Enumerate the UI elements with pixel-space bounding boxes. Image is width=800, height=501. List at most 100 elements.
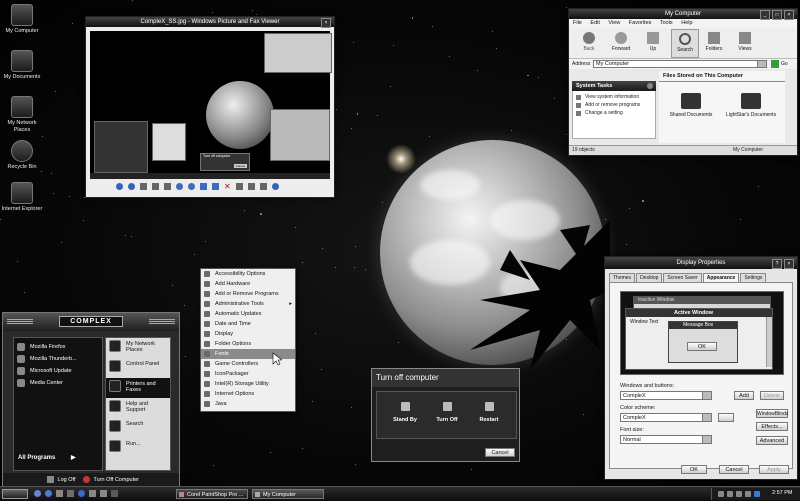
desktop-icon-network[interactable]: My Network Places bbox=[0, 96, 44, 134]
search-button[interactable]: Search bbox=[671, 29, 699, 58]
cancel-button[interactable]: Cancel bbox=[719, 465, 749, 474]
messenger-icon[interactable] bbox=[78, 490, 85, 497]
menu-file[interactable]: File bbox=[573, 20, 582, 26]
task-change-setting[interactable]: Change a setting bbox=[573, 110, 655, 116]
back-button[interactable]: Back bbox=[577, 32, 601, 52]
advanced-button[interactable]: Advanced bbox=[756, 436, 788, 445]
start-place-item[interactable]: Run... bbox=[106, 438, 170, 458]
submenu-item[interactable]: Internet Options bbox=[201, 389, 295, 399]
picture-viewer-titlebar[interactable]: CompleX_SS.jpg - Windows Picture and Fax… bbox=[86, 17, 334, 28]
close-icon[interactable]: × bbox=[784, 259, 794, 269]
tab-desktop[interactable]: Desktop bbox=[636, 273, 663, 282]
menu-favorites[interactable]: Favorites bbox=[629, 20, 652, 26]
volume-icon[interactable] bbox=[718, 491, 724, 497]
start-place-item[interactable]: My Network Places bbox=[106, 338, 170, 358]
color-scheme-extra-button[interactable] bbox=[718, 413, 734, 422]
submenu-item[interactable]: Administrative Tools ▸ bbox=[201, 299, 295, 309]
up-button[interactable]: Up bbox=[641, 32, 665, 52]
submenu-item[interactable]: Display bbox=[201, 329, 295, 339]
task-add-remove-programs[interactable]: Add or remove programs bbox=[573, 102, 655, 108]
font-size-select[interactable]: Normal bbox=[620, 435, 712, 444]
desktop-icon-recycle-bin[interactable]: Recycle Bin bbox=[0, 140, 44, 171]
apply-button[interactable]: Apply bbox=[759, 465, 789, 474]
messenger-tray-icon[interactable] bbox=[754, 491, 760, 497]
all-programs-button[interactable]: All Programs ▶ bbox=[18, 454, 76, 461]
restart-button[interactable]: Restart bbox=[475, 402, 503, 423]
stand-by-button[interactable]: Stand By bbox=[391, 402, 419, 423]
go-button[interactable]: Go bbox=[781, 61, 788, 67]
desktop-icon-my-computer[interactable]: My Computer bbox=[0, 4, 44, 35]
folders-button[interactable]: Folders bbox=[701, 32, 727, 52]
delete-button[interactable]: Delete bbox=[760, 391, 784, 400]
color-scheme-select[interactable]: CompleX bbox=[620, 413, 712, 422]
app-icon[interactable] bbox=[111, 490, 118, 497]
submenu-item[interactable]: Intel(R) Storage Utility bbox=[201, 379, 295, 389]
zoom-in-icon[interactable] bbox=[176, 183, 183, 190]
help-icon[interactable] bbox=[272, 183, 279, 190]
address-input[interactable]: My Computer bbox=[593, 60, 767, 68]
close-icon[interactable]: × bbox=[321, 18, 331, 28]
submenu-item[interactable]: IconPackager bbox=[201, 369, 295, 379]
delete-icon[interactable]: ✕ bbox=[224, 183, 231, 191]
taskbar-app-my-computer[interactable]: My Computer bbox=[252, 489, 324, 499]
ie-icon[interactable] bbox=[45, 490, 52, 497]
submenu-item[interactable]: Date and Time bbox=[201, 319, 295, 329]
maximize-icon[interactable]: □ bbox=[772, 10, 782, 20]
start-program-item[interactable]: Mozilla Firefox bbox=[14, 341, 102, 353]
help-icon[interactable]: ? bbox=[772, 259, 782, 269]
print-icon[interactable] bbox=[236, 183, 243, 190]
submenu-item[interactable]: Folder Options bbox=[201, 339, 295, 349]
task-view-system-info[interactable]: View system information bbox=[573, 94, 655, 100]
turn-off-option[interactable]: Turn Off bbox=[433, 402, 461, 423]
go-arrow-icon[interactable] bbox=[771, 60, 779, 68]
windows-buttons-select[interactable]: CompleX bbox=[620, 391, 712, 400]
submenu-item[interactable]: Automatic Updates bbox=[201, 309, 295, 319]
rotate-clockwise-icon[interactable] bbox=[200, 183, 207, 190]
close-icon[interactable]: × bbox=[784, 10, 794, 20]
tab-settings[interactable]: Settings bbox=[740, 273, 767, 282]
slideshow-icon[interactable] bbox=[164, 183, 171, 190]
menu-edit[interactable]: Edit bbox=[590, 20, 599, 26]
tab-screen-saver[interactable]: Screen Saver bbox=[663, 273, 702, 282]
views-button[interactable]: Views bbox=[733, 32, 757, 52]
chevron-down-icon[interactable] bbox=[757, 61, 766, 67]
system-tasks-header[interactable]: System Tasks bbox=[572, 81, 656, 91]
best-fit-icon[interactable] bbox=[140, 183, 147, 190]
mail-icon[interactable] bbox=[100, 490, 107, 497]
desktop-icon-internet-explorer[interactable]: Internet Explorer bbox=[0, 182, 44, 213]
rotate-counterclockwise-icon[interactable] bbox=[212, 183, 219, 190]
collapse-icon[interactable] bbox=[647, 83, 653, 89]
start-button[interactable] bbox=[2, 489, 28, 499]
shared-documents-item[interactable]: Shared Documents bbox=[665, 93, 717, 118]
taskbar-app-paintshop[interactable]: Corel PaintShop Pro ... bbox=[176, 489, 248, 499]
log-off-button[interactable]: Log Off bbox=[47, 476, 75, 483]
start-program-item[interactable]: Media Center bbox=[14, 377, 102, 389]
forward-button[interactable]: Forward bbox=[609, 32, 633, 52]
display-properties-titlebar[interactable]: Display Properties ? × bbox=[605, 257, 797, 269]
security-tray-icon[interactable] bbox=[736, 491, 742, 497]
desktop-icon-my-documents[interactable]: My Documents bbox=[0, 50, 44, 81]
explorer-icon[interactable] bbox=[89, 490, 96, 497]
submenu-item[interactable]: Accessibility Options bbox=[201, 269, 295, 279]
start-place-item[interactable]: Printers and Faxes bbox=[106, 378, 170, 398]
start-program-item[interactable]: Microsoft Update bbox=[14, 365, 102, 377]
start-place-item[interactable]: Control Panel bbox=[106, 358, 170, 378]
minimize-icon[interactable]: _ bbox=[760, 10, 770, 20]
update-tray-icon[interactable] bbox=[745, 491, 751, 497]
windowblinds-button[interactable]: WindowBlinds bbox=[756, 409, 788, 418]
zoom-out-icon[interactable] bbox=[188, 183, 195, 190]
submenu-item[interactable]: Java bbox=[201, 399, 295, 409]
previous-image-icon[interactable] bbox=[116, 183, 123, 190]
open-with-icon[interactable] bbox=[260, 183, 267, 190]
my-computer-titlebar[interactable]: My Computer _ □ × bbox=[569, 9, 797, 20]
cancel-button[interactable]: Cancel bbox=[485, 448, 515, 457]
firefox-icon[interactable] bbox=[34, 490, 41, 497]
ok-button[interactable]: OK bbox=[681, 465, 707, 474]
media-icon[interactable] bbox=[67, 490, 74, 497]
actual-size-icon[interactable] bbox=[152, 183, 159, 190]
show-desktop-icon[interactable] bbox=[56, 490, 63, 497]
add-button[interactable]: Add bbox=[734, 391, 754, 400]
copy-to-icon[interactable] bbox=[248, 183, 255, 190]
start-place-item[interactable]: Search bbox=[106, 418, 170, 438]
submenu-item[interactable]: Add or Remove Programs bbox=[201, 289, 295, 299]
